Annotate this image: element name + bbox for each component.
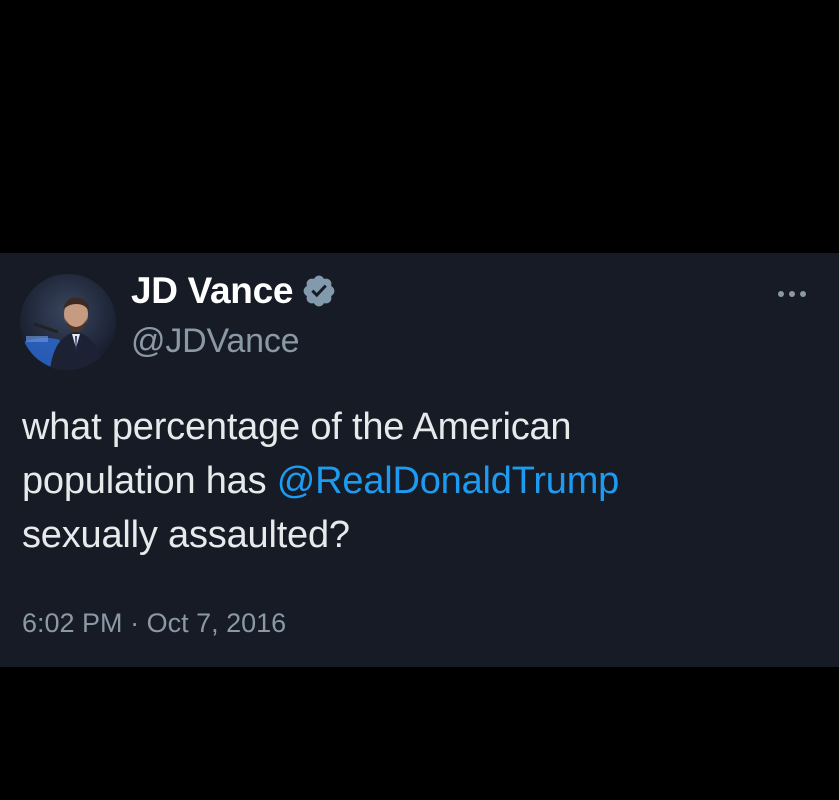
tweet-text: what percentage of the American populati… [22,400,812,562]
tweet-time[interactable]: 6:02 PM [22,608,123,638]
dot [789,291,795,297]
dot [800,291,806,297]
author-handle[interactable]: @JDVance [131,322,300,361]
tweet-timestamp[interactable]: 6:02 PM · Oct 7, 2016 [22,608,286,639]
tweet-text-line-2-prefix: population has [22,460,277,502]
tweet-date[interactable]: Oct 7, 2016 [147,608,287,638]
tweet-text-line-1: what percentage of the American [22,406,572,448]
tweet-text-line-2: population has @RealDonaldTrump [22,454,812,508]
display-name[interactable]: JD Vance [131,270,293,312]
dot [778,291,784,297]
more-options-icon[interactable] [778,288,818,300]
mention-link[interactable]: @RealDonaldTrump [277,460,620,502]
author-name-row[interactable]: JD Vance [131,268,337,314]
avatar-image [20,274,116,370]
verified-badge-icon [301,273,337,309]
tweet-text-line-3: sexually assaulted? [22,514,350,556]
screenshot-frame: JD Vance @JDVance what percentage of the… [0,0,839,800]
timestamp-separator: · [122,608,147,638]
avatar[interactable] [20,274,116,370]
